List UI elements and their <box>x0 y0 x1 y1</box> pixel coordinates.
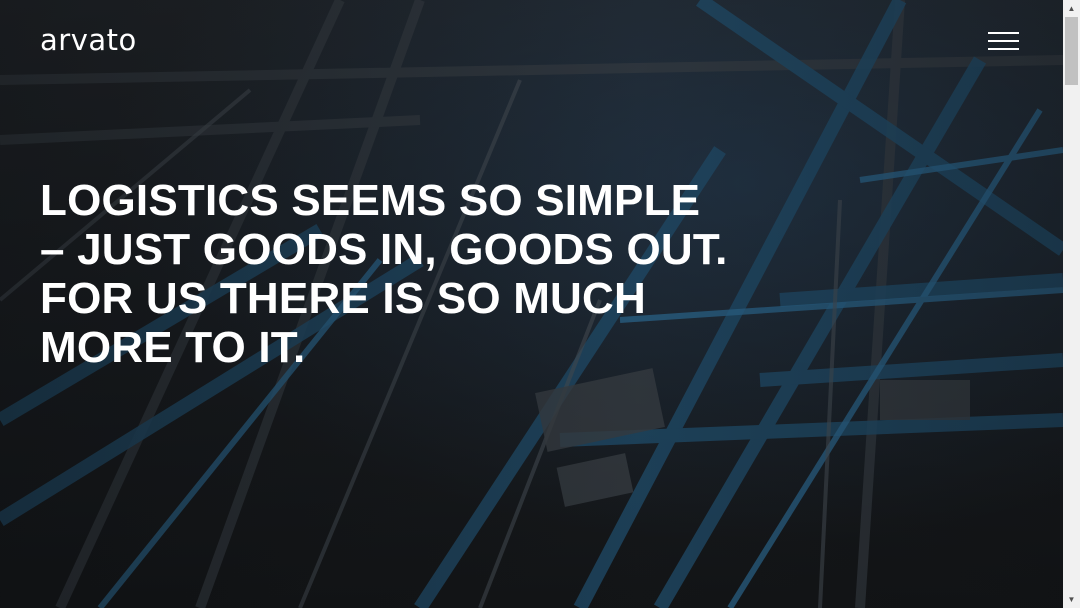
menu-bar-middle <box>988 40 1019 42</box>
page-scrollbar[interactable]: ▲ ▼ <box>1063 0 1080 608</box>
headline-line-2: – JUST GOODS IN, GOODS OUT. <box>40 225 728 274</box>
headline-line-3: FOR US THERE IS SO MUCH <box>40 274 646 323</box>
scroll-up-arrow-icon[interactable]: ▲ <box>1063 0 1080 17</box>
menu-bar-top <box>988 32 1019 34</box>
hamburger-menu-icon[interactable] <box>984 26 1024 56</box>
arvato-logo[interactable]: arvato <box>40 22 137 58</box>
menu-bar-bottom <box>988 48 1019 50</box>
headline-line-4: MORE TO IT. <box>40 323 306 372</box>
hero-section: arvato LOGISTICS SEEMS SO SIMPLE – JUST … <box>0 0 1063 608</box>
hero-headline: LOGISTICS SEEMS SO SIMPLE – JUST GOODS I… <box>40 176 740 372</box>
headline-line-1: LOGISTICS SEEMS SO SIMPLE <box>40 176 701 225</box>
scrollbar-thumb[interactable] <box>1065 17 1078 85</box>
scroll-down-arrow-icon[interactable]: ▼ <box>1063 591 1080 608</box>
